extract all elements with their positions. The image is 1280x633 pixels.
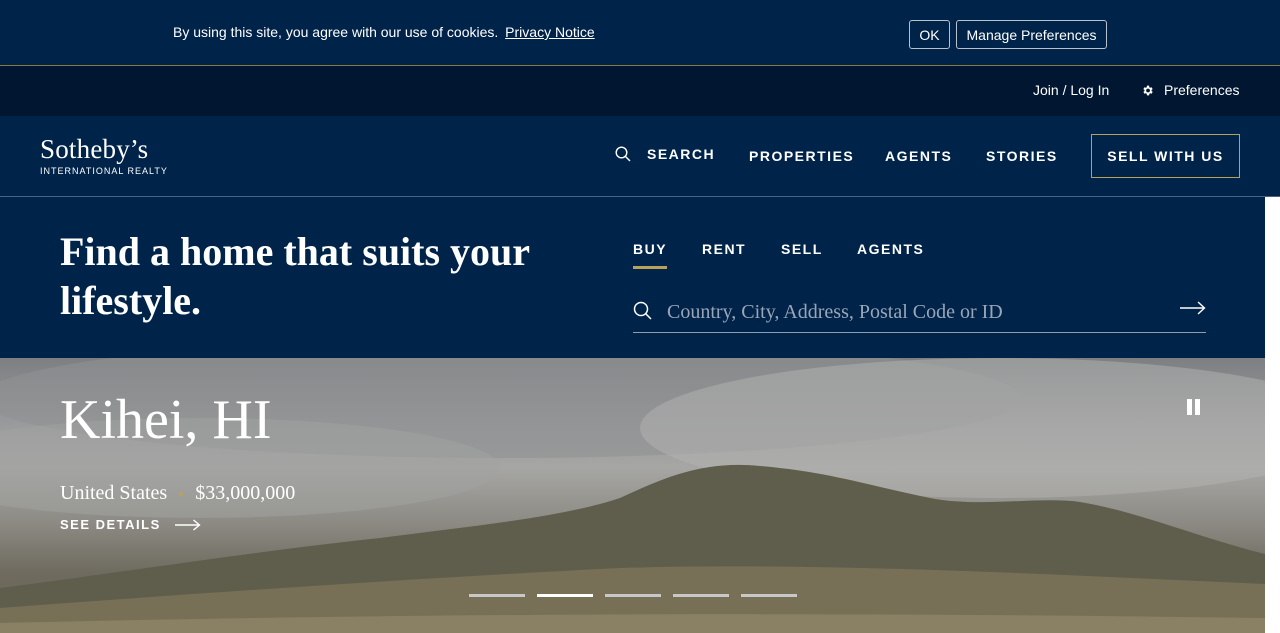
property-search-input[interactable] (667, 295, 1167, 329)
carousel-indicator-1[interactable] (469, 594, 525, 597)
search-icon (615, 146, 631, 162)
manage-preferences-button[interactable]: Manage Preferences (956, 20, 1107, 49)
search-submit-arrow-icon[interactable] (1180, 301, 1206, 315)
utility-bar: Join / Log In Preferences (0, 66, 1280, 116)
nav-agents[interactable]: AGENTS (885, 148, 952, 164)
carousel-indicator-4[interactable] (673, 594, 729, 597)
page-scrollbar[interactable] (1265, 197, 1280, 633)
carousel-indicator-5[interactable] (741, 594, 797, 597)
see-details-link[interactable]: SEE DETAILS (60, 517, 201, 532)
join-login-link[interactable]: Join / Log In (1033, 82, 1109, 98)
arrow-right-icon (174, 518, 201, 531)
preferences-link[interactable]: Preferences (1141, 82, 1239, 98)
featured-listing-hero: Kihei, HI United States $33,000,000 SEE … (0, 358, 1265, 633)
property-search-bar (633, 293, 1206, 333)
logo-wordmark: Sotheby’s (40, 134, 149, 164)
tab-rent[interactable]: RENT (702, 241, 746, 257)
sothebys-logo[interactable]: Sotheby’s INTERNATIONAL REALTY (40, 134, 168, 176)
main-navigation: Sotheby’s INTERNATIONAL REALTY SEARCH PR… (0, 116, 1280, 197)
listing-country: United States (60, 482, 168, 504)
nav-search[interactable]: SEARCH (615, 146, 715, 162)
tab-agents[interactable]: AGENTS (857, 241, 924, 257)
carousel-pause-button[interactable] (1185, 398, 1203, 416)
pause-icon (1187, 399, 1200, 415)
gear-icon (1143, 85, 1153, 95)
see-details-label: SEE DETAILS (60, 517, 161, 532)
nav-stories[interactable]: STORIES (986, 148, 1058, 164)
cookie-message: By using this site, you agree with our u… (173, 24, 595, 40)
preferences-label: Preferences (1164, 82, 1240, 98)
sell-with-us-button[interactable]: SELL WITH US (1091, 134, 1240, 178)
logo-subtitle: INTERNATIONAL REALTY (40, 166, 168, 176)
search-icon (633, 301, 652, 320)
separator-dot (179, 491, 184, 496)
tab-buy[interactable]: BUY (633, 241, 668, 269)
search-hero: Find a home that suits your lifestyle. B… (0, 197, 1265, 358)
listing-price: $33,000,000 (195, 482, 296, 504)
cookie-ok-button[interactable]: OK (909, 20, 950, 49)
cookie-banner: By using this site, you agree with our u… (0, 0, 1280, 66)
nav-properties[interactable]: PROPERTIES (749, 148, 854, 164)
hero-heading: Find a home that suits your lifestyle. (60, 229, 530, 323)
listing-meta: United States $33,000,000 (60, 482, 295, 505)
carousel-indicator-2[interactable] (537, 594, 593, 597)
nav-search-label: SEARCH (647, 146, 716, 162)
listing-city: Kihei, HI (60, 389, 272, 451)
privacy-notice-link[interactable]: Privacy Notice (505, 24, 594, 40)
carousel-indicator-3[interactable] (605, 594, 661, 597)
cookie-text: By using this site, you agree with our u… (173, 24, 499, 40)
tab-sell[interactable]: SELL (781, 241, 823, 257)
